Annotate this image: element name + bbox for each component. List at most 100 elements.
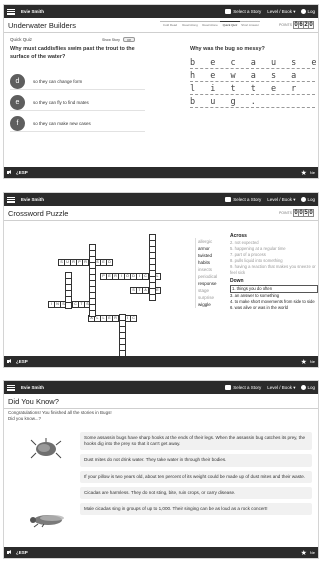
step-quick-quiz[interactable]: Quick Quiz [220,21,240,27]
select-story-button[interactable]: Select a Story [225,9,261,14]
step-cold-read[interactable]: Cold Read [160,21,180,27]
word-bank-item[interactable]: armor [198,245,228,252]
crossword-word[interactable]: SURPRISED [58,259,113,266]
activity-steps: Cold Read Read Along Read Alone Quick Qu… [160,21,260,27]
spanish-toggle[interactable]: ¿ESP [16,170,28,175]
top-bar: Evie Smith Select a Story Level / Book ▾… [4,5,318,18]
user-name: Evie Smith [21,197,45,202]
crossword-cell[interactable]: C [130,315,137,322]
short-answer-lines[interactable]: b e c a u s e h e w a s a l i t t e r b … [190,57,319,109]
show-story-label: Show Story [102,37,120,42]
star-icon[interactable]: ★ [301,169,307,177]
crossword-down-word[interactable] [65,272,72,309]
bottom-bar: ¿ESP ★ Ne [4,356,318,367]
fact-card: Dust mites do not drink water. They take… [80,454,312,467]
title-bar: Crossword Puzzle POINTS 0 0 5 0 [4,206,318,221]
across-heading: Across [230,233,247,239]
next-button[interactable]: Ne [310,550,315,555]
quiz-screen: Evie Smith Select a Story Level / Book ▾… [3,4,319,179]
top-bar: Evie Smith Select a Story Level / Book ▾… [4,381,318,394]
speaker-icon[interactable] [7,359,13,364]
logout-button[interactable]: Log [301,385,315,390]
word-bank-item[interactable]: insects [198,266,228,273]
congrats-message: Congratulations! You finished all the st… [8,410,112,422]
word-bank-item[interactable]: periodical [198,273,228,280]
top-bar: Evie Smith Select a Story Level / Book ▾… [4,193,318,206]
answer-text: so they can change form [33,79,83,84]
crossword-down-word[interactable] [149,234,156,301]
did-you-know-text: Did you know...? [8,416,42,421]
crossword-word[interactable]: STAGE [130,287,161,294]
menu-icon[interactable] [7,384,15,391]
spanish-toggle[interactable]: ¿ESP [16,359,28,364]
spanish-toggle[interactable]: ¿ESP [16,550,28,555]
star-icon[interactable]: ★ [301,358,307,366]
word-bank-item[interactable]: twisted [198,252,228,259]
answer-option-d[interactable]: d so they can change form [10,74,145,90]
menu-icon[interactable] [7,8,15,15]
did-you-know-screen: Evie Smith Select a Story Level / Book ▾… [3,380,319,559]
word-bank-item[interactable]: habits [198,259,228,266]
level-book-label: Level / Book [267,384,292,390]
word-bank-item[interactable]: stage [198,287,228,294]
step-read-alone[interactable]: Read Alone [200,21,220,27]
level-book-menu[interactable]: Level / Book ▾ [267,197,295,203]
word-bank-item[interactable]: allergic [198,238,228,245]
step-read-along[interactable]: Read Along [180,21,200,27]
crossword-screen: Evie Smith Select a Story Level / Book ▾… [3,192,319,368]
page-title: Crossword Puzzle [8,208,69,218]
answer-list: d so they can change form e so they can … [10,74,145,137]
answer-text: so they can make new cases [33,121,91,126]
select-story-button[interactable]: Select a Story [225,385,261,390]
logout-label: Log [307,197,315,202]
answer-line: b u g . [190,96,315,108]
points-counter: 0 6 2 0 [293,21,314,29]
level-book-menu[interactable]: Level / Book ▾ [267,385,295,391]
menu-icon[interactable] [7,196,15,203]
title-bar: Did You Know? [4,394,318,409]
speaker-icon[interactable] [7,170,13,175]
user-icon [301,385,307,390]
logout-button[interactable]: Log [301,9,315,14]
star-icon[interactable]: ★ [301,549,307,557]
user-name: Evie Smith [21,9,45,14]
crossword-down-word[interactable] [119,314,126,357]
show-story-toggle[interactable]: Off [122,37,135,42]
level-book-label: Level / Book [267,8,292,14]
speaker-icon[interactable] [7,550,13,555]
word-bank-item[interactable]: surprise [198,294,228,301]
cicada-image [30,515,64,528]
crossword-cell[interactable]: D [106,259,113,266]
level-book-menu[interactable]: Level / Book ▾ [267,9,295,15]
down-clue-selected[interactable]: 1. things you do often [230,285,318,293]
answer-line: h e w a s a [190,70,315,82]
word-bank-item[interactable]: response [198,280,228,287]
answer-option-f[interactable]: f so they can make new cases [10,116,145,132]
crossword-word[interactable]: ALLERGIC [88,315,137,322]
select-story-button[interactable]: Select a Story [225,197,261,202]
bottom-bar: ¿ESP ★ Ne [4,167,318,178]
assassin-bug-image [30,438,62,459]
word-bank-item[interactable]: wiggle [198,301,228,308]
page-title: Underwater Builders [8,20,76,30]
user-icon [301,9,307,14]
next-button[interactable]: Ne [310,359,315,364]
book-icon [225,9,232,14]
points-digit: 0 [308,21,314,29]
answer-option-e[interactable]: e so they can fly to find mates [10,95,145,111]
next-button[interactable]: Ne [310,170,315,175]
short-answer-question: Why was the bug so messy? [190,46,265,52]
step-short-answer[interactable]: Short Answer [240,21,260,27]
answer-line: b e c a u s e [190,58,319,69]
fact-card: Cicadas are harmless. They do not sting,… [80,486,312,500]
answer-text: so they can fly to find mates [33,100,89,105]
logout-label: Log [307,9,315,14]
across-clue[interactable]: 9. having a reaction that makes you snee… [230,264,318,276]
crossword-down-word[interactable] [89,244,96,317]
down-clue[interactable]: 6. was alive or was in the world [230,305,318,311]
logout-button[interactable]: Log [301,197,315,202]
fact-card: Male cicadas sing in groups of up to 1,0… [80,503,312,516]
clue-list: Across 2. not expected 5. happening at a… [230,233,318,311]
fact-card: Some assassin bugs have sharp hooks at t… [80,432,312,451]
fact-list: Some assassin bugs have sharp hooks at t… [80,432,312,519]
